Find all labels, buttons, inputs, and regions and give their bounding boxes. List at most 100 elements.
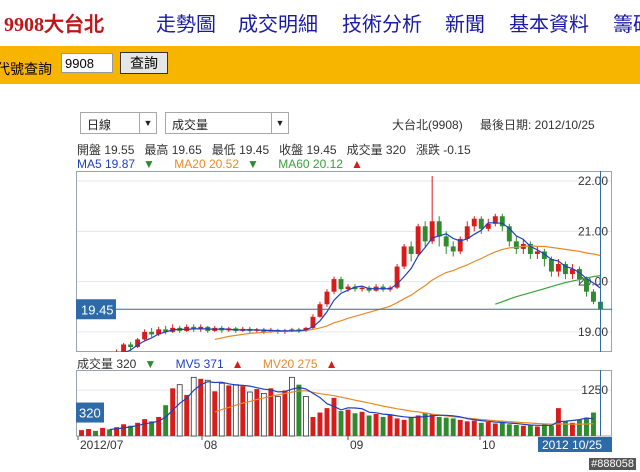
volume-bar	[443, 417, 449, 436]
volume-bar	[275, 395, 281, 437]
candle-body	[345, 286, 351, 290]
stock-title-link[interactable]: 9908大台北	[4, 8, 104, 37]
price-axis-label: 22.00	[578, 174, 608, 188]
mv20-value: MV20 275	[262, 357, 318, 371]
nav-link-trade-details[interactable]: 成交明細	[238, 8, 318, 37]
nav-link-basic-info[interactable]: 基本資料	[509, 8, 589, 37]
volume-bar	[296, 384, 302, 436]
volume-bar	[450, 418, 456, 436]
volume-bar	[86, 429, 91, 436]
price-axis-label: 21.00	[578, 224, 608, 238]
high-price: 最高 19.65	[144, 143, 202, 157]
candle-body	[324, 291, 330, 305]
volume-bar	[142, 419, 148, 436]
nav-link-news[interactable]: 新聞	[445, 8, 485, 37]
volume-bar	[401, 419, 407, 436]
volume-bar	[352, 413, 358, 436]
close-price: 收盤 19.45	[279, 143, 337, 157]
volume-bar	[260, 393, 267, 437]
candle-body	[443, 236, 449, 247]
candle-body	[289, 329, 295, 331]
up-arrow-icon: ▲	[325, 357, 338, 371]
volume-bar	[485, 422, 491, 436]
volume-bar	[176, 384, 183, 437]
volume-bar	[198, 378, 204, 436]
volume-bar	[380, 416, 386, 436]
volume-bar	[254, 389, 260, 436]
volume-bar	[204, 379, 211, 437]
candle-body	[415, 226, 421, 254]
x-axis-label: 2012/07	[80, 438, 124, 452]
candle-body	[338, 279, 344, 290]
volume-chart[interactable]: 1250 320 2012/07 08 09 10 2012 10/25	[76, 370, 612, 452]
candle-body	[548, 258, 554, 272]
candle-body	[121, 344, 127, 352]
ma60-value: MA60 20.12	[278, 157, 343, 171]
candle-body	[534, 251, 540, 254]
candle-body	[359, 287, 365, 290]
volume-bar	[394, 418, 400, 436]
volume-bar	[324, 408, 330, 436]
dropdown-arrow-icon: ▼	[271, 113, 288, 133]
volume-bar	[317, 412, 323, 436]
candle-body	[464, 226, 470, 239]
volume-bar	[163, 405, 169, 436]
indicator-select[interactable]: 成交量 ▼	[165, 112, 289, 134]
nav-link-technical-analysis[interactable]: 技術分析	[342, 8, 422, 37]
price-chart[interactable]: 22.0021.0020.0019.0019.45	[76, 171, 612, 352]
volume-bar	[464, 421, 470, 436]
volume-axis-label: 1250	[581, 383, 608, 397]
volume-bar	[121, 424, 127, 436]
volume-bar	[303, 395, 309, 437]
volume-value: 成交量 320	[346, 143, 406, 157]
candle-body	[317, 304, 323, 317]
x-axis-label: 08	[204, 438, 218, 452]
nav-link-chips[interactable]: 籌碼	[613, 8, 640, 37]
volume-bar	[93, 430, 98, 436]
price-change: 漲跌 -0.15	[415, 143, 471, 157]
nav-link-trend[interactable]: 走勢圖	[156, 8, 216, 37]
volume-bar	[527, 425, 533, 436]
last-date-label: 最後日期: 2012/10/25	[480, 118, 595, 132]
x-axis-label: 09	[350, 438, 364, 452]
volume-bar	[366, 415, 372, 436]
candle-body	[128, 344, 134, 347]
candle-body	[401, 246, 407, 267]
price-axis-label: 19.00	[578, 325, 608, 339]
top-navigation: 9908大台北 走勢圖 成交明細 技術分析 新聞 基本資料 籌碼	[0, 0, 640, 46]
indicator-select-value: 成交量	[172, 118, 209, 132]
period-select[interactable]: 日線 ▼	[80, 112, 157, 134]
candle-body	[331, 279, 337, 292]
ma5-value: MA5 19.87	[77, 157, 136, 171]
stock-code-input[interactable]	[61, 53, 113, 73]
volume-bar	[373, 414, 379, 436]
volume-bar	[240, 386, 246, 436]
volume-bar	[429, 414, 435, 436]
candle-body	[142, 331, 148, 340]
candle-body	[408, 246, 414, 254]
volume-bar	[345, 409, 351, 436]
candle-body	[436, 221, 442, 237]
volume-bar	[408, 416, 414, 436]
candle-body	[584, 279, 589, 292]
ma20-value: MA20 20.52	[174, 157, 239, 171]
candle-body	[591, 291, 596, 302]
volume-bar	[499, 422, 505, 436]
volume-bar	[282, 390, 288, 436]
volume-bar	[289, 376, 295, 437]
volume-bar	[79, 430, 84, 436]
candle-body	[555, 264, 561, 272]
search-button[interactable]: 查詢	[120, 52, 168, 74]
volume-bar	[338, 411, 344, 436]
last-date-axis-label: 2012 10/25	[542, 438, 602, 452]
volume-bar	[184, 394, 190, 436]
candle-body	[422, 226, 428, 242]
volume-bar	[584, 417, 589, 436]
volume-bar	[576, 419, 582, 436]
volume-bar	[246, 391, 253, 437]
volume-bar	[541, 424, 547, 436]
volume-legend-value: 成交量 320	[77, 357, 137, 371]
period-select-value: 日線	[87, 118, 112, 132]
down-arrow-icon: ▼	[247, 157, 259, 171]
candle-body	[149, 331, 155, 335]
